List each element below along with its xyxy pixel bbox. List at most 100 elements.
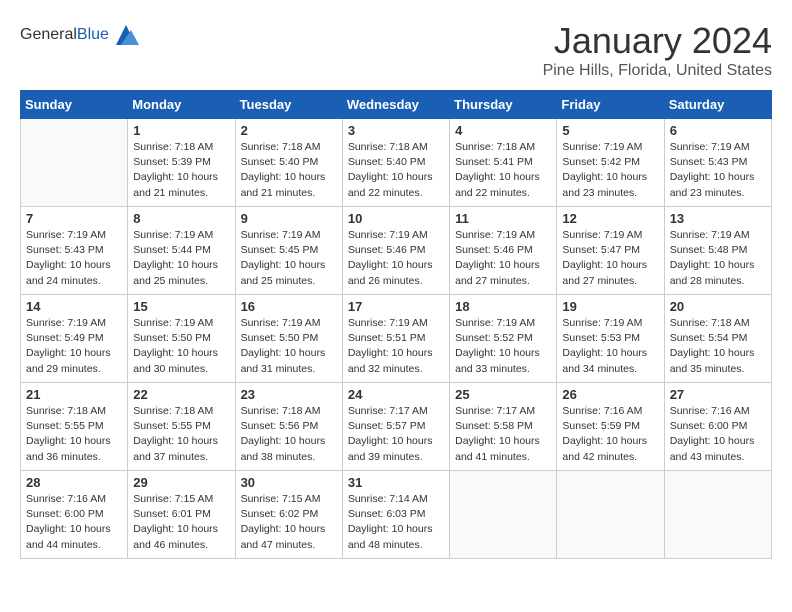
title-block: January 2024 Pine Hills, Florida, United… — [543, 20, 772, 80]
day-info: Sunrise: 7:16 AMSunset: 5:59 PMDaylight:… — [562, 404, 658, 465]
day-info: Sunrise: 7:19 AMSunset: 5:52 PMDaylight:… — [455, 316, 551, 377]
calendar-cell: 19 Sunrise: 7:19 AMSunset: 5:53 PMDayligh… — [557, 295, 664, 383]
calendar-cell: 5 Sunrise: 7:19 AMSunset: 5:42 PMDaylight… — [557, 119, 664, 207]
day-info: Sunrise: 7:18 AMSunset: 5:41 PMDaylight:… — [455, 140, 551, 201]
day-info: Sunrise: 7:16 AMSunset: 6:00 PMDaylight:… — [670, 404, 766, 465]
logo-general-text: General — [20, 26, 77, 43]
day-info: Sunrise: 7:18 AMSunset: 5:40 PMDaylight:… — [241, 140, 337, 201]
day-info: Sunrise: 7:19 AMSunset: 5:53 PMDaylight:… — [562, 316, 658, 377]
calendar-cell: 17 Sunrise: 7:19 AMSunset: 5:51 PMDayligh… — [342, 295, 449, 383]
calendar-cell: 11 Sunrise: 7:19 AMSunset: 5:46 PMDayligh… — [450, 207, 557, 295]
day-number: 18 — [455, 299, 551, 314]
day-info: Sunrise: 7:18 AMSunset: 5:56 PMDaylight:… — [241, 404, 337, 465]
day-info: Sunrise: 7:19 AMSunset: 5:48 PMDaylight:… — [670, 228, 766, 289]
day-number: 4 — [455, 123, 551, 138]
day-info: Sunrise: 7:19 AMSunset: 5:44 PMDaylight:… — [133, 228, 229, 289]
day-number: 5 — [562, 123, 658, 138]
calendar-cell: 6Sunrise: 7:19 AMSunset: 5:43 PMDaylight… — [664, 119, 771, 207]
header-day-saturday: Saturday — [664, 91, 771, 119]
day-number: 12 — [562, 211, 658, 226]
day-number: 25 — [455, 387, 551, 402]
day-number: 9 — [241, 211, 337, 226]
calendar-cell: 31Sunrise: 7:14 AMSunset: 6:03 PMDayligh… — [342, 471, 449, 559]
day-info: Sunrise: 7:19 AMSunset: 5:46 PMDaylight:… — [455, 228, 551, 289]
day-info: Sunrise: 7:18 AMSunset: 5:54 PMDaylight:… — [670, 316, 766, 377]
day-info: Sunrise: 7:18 AMSunset: 5:40 PMDaylight:… — [348, 140, 444, 201]
header-day-sunday: Sunday — [21, 91, 128, 119]
calendar-cell: 24 Sunrise: 7:17 AMSunset: 5:57 PMDayligh… — [342, 383, 449, 471]
header-day-monday: Monday — [128, 91, 235, 119]
calendar-cell: 14 Sunrise: 7:19 AMSunset: 5:49 PMDayligh… — [21, 295, 128, 383]
day-info: Sunrise: 7:15 AMSunset: 6:01 PMDaylight:… — [133, 492, 229, 553]
day-number: 14 — [26, 299, 122, 314]
calendar-cell: 2Sunrise: 7:18 AMSunset: 5:40 PMDaylight… — [235, 119, 342, 207]
day-info: Sunrise: 7:19 AMSunset: 5:51 PMDaylight:… — [348, 316, 444, 377]
day-info: Sunrise: 7:19 AMSunset: 5:43 PMDaylight:… — [670, 140, 766, 201]
week-row-3: 14 Sunrise: 7:19 AMSunset: 5:49 PMDayligh… — [21, 295, 772, 383]
calendar-cell — [664, 471, 771, 559]
calendar-cell: 30 Sunrise: 7:15 AMSunset: 6:02 PMDayligh… — [235, 471, 342, 559]
calendar-cell — [21, 119, 128, 207]
calendar-cell: 1 Sunrise: 7:18 AMSunset: 5:39 PMDaylight… — [128, 119, 235, 207]
day-number: 23 — [241, 387, 337, 402]
day-info: Sunrise: 7:19 AMSunset: 5:45 PMDaylight:… — [241, 228, 337, 289]
day-info: Sunrise: 7:19 AMSunset: 5:50 PMDaylight:… — [241, 316, 337, 377]
header-day-wednesday: Wednesday — [342, 91, 449, 119]
calendar-cell: 13 Sunrise: 7:19 AMSunset: 5:48 PMDayligh… — [664, 207, 771, 295]
day-number: 17 — [348, 299, 444, 314]
calendar-cell: 7Sunrise: 7:19 AMSunset: 5:43 PMDaylight… — [21, 207, 128, 295]
calendar-cell — [557, 471, 664, 559]
calendar-cell: 28 Sunrise: 7:16 AMSunset: 6:00 PMDayligh… — [21, 471, 128, 559]
location: Pine Hills, Florida, United States — [543, 62, 772, 80]
day-info: Sunrise: 7:17 AMSunset: 5:57 PMDaylight:… — [348, 404, 444, 465]
day-info: Sunrise: 7:17 AMSunset: 5:58 PMDaylight:… — [455, 404, 551, 465]
day-info: Sunrise: 7:15 AMSunset: 6:02 PMDaylight:… — [241, 492, 337, 553]
calendar-cell — [450, 471, 557, 559]
header-row: SundayMondayTuesdayWednesdayThursdayFrid… — [21, 91, 772, 119]
day-number: 30 — [241, 475, 337, 490]
day-info: Sunrise: 7:19 AMSunset: 5:47 PMDaylight:… — [562, 228, 658, 289]
day-number: 21 — [26, 387, 122, 402]
week-row-4: 21 Sunrise: 7:18 AMSunset: 5:55 PMDayligh… — [21, 383, 772, 471]
day-number: 11 — [455, 211, 551, 226]
day-number: 27 — [670, 387, 766, 402]
day-number: 28 — [26, 475, 122, 490]
logo-blue-text: Blue — [77, 26, 109, 43]
header-day-friday: Friday — [557, 91, 664, 119]
page-header: GeneralBlue January 2024 Pine Hills, Flo… — [20, 20, 772, 80]
day-info: Sunrise: 7:19 AMSunset: 5:50 PMDaylight:… — [133, 316, 229, 377]
day-number: 16 — [241, 299, 337, 314]
day-number: 10 — [348, 211, 444, 226]
week-row-2: 7Sunrise: 7:19 AMSunset: 5:43 PMDaylight… — [21, 207, 772, 295]
day-number: 13 — [670, 211, 766, 226]
calendar-cell: 20Sunrise: 7:18 AMSunset: 5:54 PMDayligh… — [664, 295, 771, 383]
day-info: Sunrise: 7:19 AMSunset: 5:49 PMDaylight:… — [26, 316, 122, 377]
calendar-cell: 10Sunrise: 7:19 AMSunset: 5:46 PMDayligh… — [342, 207, 449, 295]
day-number: 19 — [562, 299, 658, 314]
calendar-cell: 9 Sunrise: 7:19 AMSunset: 5:45 PMDaylight… — [235, 207, 342, 295]
calendar-cell: 15 Sunrise: 7:19 AMSunset: 5:50 PMDayligh… — [128, 295, 235, 383]
calendar-cell: 12 Sunrise: 7:19 AMSunset: 5:47 PMDayligh… — [557, 207, 664, 295]
calendar-cell: 23 Sunrise: 7:18 AMSunset: 5:56 PMDayligh… — [235, 383, 342, 471]
day-info: Sunrise: 7:18 AMSunset: 5:39 PMDaylight:… — [133, 140, 229, 201]
calendar-cell: 22 Sunrise: 7:18 AMSunset: 5:55 PMDayligh… — [128, 383, 235, 471]
calendar-cell: 3Sunrise: 7:18 AMSunset: 5:40 PMDaylight… — [342, 119, 449, 207]
header-day-tuesday: Tuesday — [235, 91, 342, 119]
day-info: Sunrise: 7:16 AMSunset: 6:00 PMDaylight:… — [26, 492, 122, 553]
month-title: January 2024 — [543, 20, 772, 62]
week-row-5: 28 Sunrise: 7:16 AMSunset: 6:00 PMDayligh… — [21, 471, 772, 559]
day-number: 31 — [348, 475, 444, 490]
logo-icon — [111, 20, 141, 50]
calendar-cell: 4 Sunrise: 7:18 AMSunset: 5:41 PMDaylight… — [450, 119, 557, 207]
day-info: Sunrise: 7:18 AMSunset: 5:55 PMDaylight:… — [133, 404, 229, 465]
day-number: 8 — [133, 211, 229, 226]
day-info: Sunrise: 7:19 AMSunset: 5:42 PMDaylight:… — [562, 140, 658, 201]
calendar-cell: 8 Sunrise: 7:19 AMSunset: 5:44 PMDaylight… — [128, 207, 235, 295]
day-number: 24 — [348, 387, 444, 402]
logo: GeneralBlue — [20, 20, 141, 50]
day-number: 1 — [133, 123, 229, 138]
day-number: 15 — [133, 299, 229, 314]
day-number: 22 — [133, 387, 229, 402]
day-info: Sunrise: 7:18 AMSunset: 5:55 PMDaylight:… — [26, 404, 122, 465]
header-day-thursday: Thursday — [450, 91, 557, 119]
